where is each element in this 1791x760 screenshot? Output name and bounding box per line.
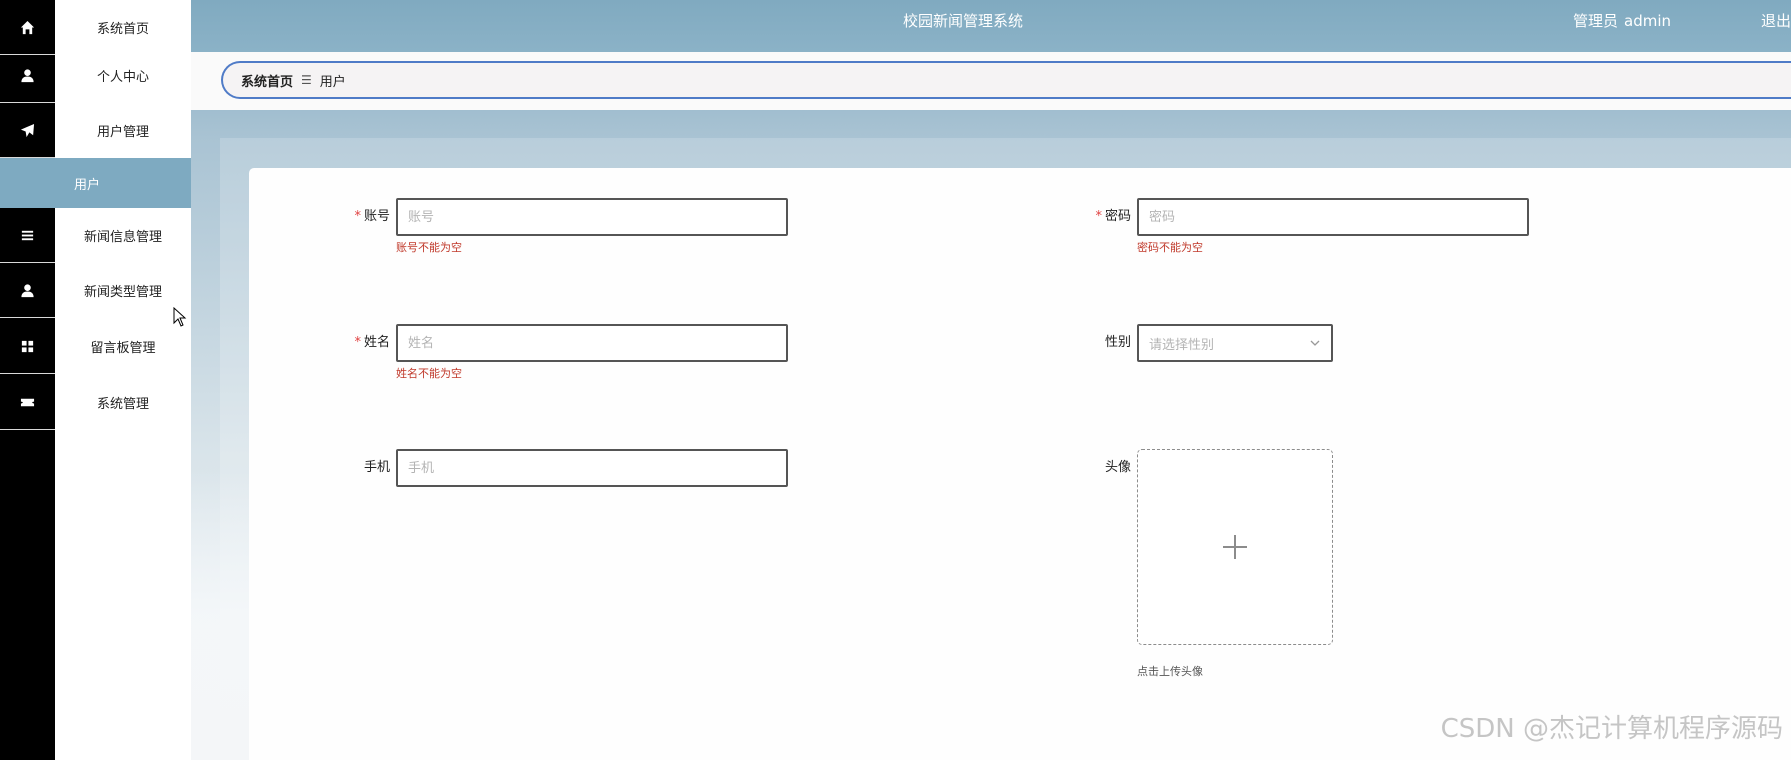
sidebar-item-label[interactable]: 系统首页 <box>55 0 191 55</box>
avatar-label: 头像 <box>1104 460 1131 475</box>
sidebar-item-personal-center[interactable]: 个人中心 <box>0 48 191 103</box>
name-input[interactable] <box>396 324 788 362</box>
required-marker: * <box>1095 209 1102 224</box>
sidebar-item-label[interactable]: 个人中心 <box>55 48 191 103</box>
avatar-upload-hint: 点击上传头像 <box>1137 665 1203 678</box>
gender-select[interactable]: 请选择性别 <box>1137 324 1333 362</box>
chevron-down-icon <box>1310 340 1320 346</box>
top-header: 校园新闻管理系统 管理员 admin 退出 <box>191 0 1791 52</box>
gender-label: 性别 <box>1104 335 1131 350</box>
paper-plane-icon <box>0 103 55 158</box>
grid-icon <box>0 319 55 374</box>
sidebar-item-label[interactable]: 新闻信息管理 <box>55 208 191 263</box>
username: admin <box>1624 12 1671 30</box>
name-label: * 姓名 <box>354 335 390 350</box>
app-title: 校园新闻管理系统 <box>902 12 1024 30</box>
sidebar-item-label[interactable]: 系统管理 <box>55 375 191 430</box>
account-input[interactable] <box>396 198 788 236</box>
form-panel: *账号 账号不能为空 *密码 密码不能为空 *姓名 姓名不能为空 性别 请选择性… <box>249 168 1791 760</box>
mouse-cursor-icon <box>173 307 187 327</box>
sidebar-subitem-user[interactable]: 用户 <box>0 158 191 208</box>
account-error: 账号不能为空 <box>396 241 462 254</box>
breadcrumb-current: 用户 <box>319 74 346 90</box>
name-error: 姓名不能为空 <box>396 367 462 380</box>
password-input[interactable] <box>1137 198 1529 236</box>
user-icon <box>0 263 55 318</box>
phone-label: 手机 <box>363 460 390 475</box>
sidebar-item-user-management[interactable]: 用户管理 <box>0 103 191 158</box>
list-icon <box>0 208 55 263</box>
breadcrumb-separator-icon: ☰ <box>301 73 312 87</box>
home-icon <box>0 0 55 55</box>
logout-button[interactable]: 退出 <box>1761 0 1791 42</box>
breadcrumb-home[interactable]: 系统首页 <box>241 71 293 90</box>
user-role: 管理员 <box>1572 12 1618 30</box>
current-user: 管理员 admin <box>1573 0 1671 42</box>
required-marker: * <box>354 335 361 350</box>
sidebar-item-news-type[interactable]: 新闻类型管理 <box>0 263 191 318</box>
ticket-icon <box>0 375 55 430</box>
background-snow <box>191 470 251 760</box>
sidebar-item-news-info[interactable]: 新闻信息管理 <box>0 208 191 263</box>
required-marker: * <box>354 209 361 224</box>
account-label: * 账号 <box>354 209 390 224</box>
sidebar-item-message-board[interactable]: 留言板管理 <box>0 319 191 374</box>
phone-input[interactable] <box>396 449 788 487</box>
plus-icon <box>1223 535 1247 559</box>
sidebar-item-label[interactable]: 新闻类型管理 <box>55 263 191 318</box>
sidebar: 系统首页 个人中心 用户管理 用户 新闻信息管理 新闻类型管理 留言板管理 系统… <box>0 0 191 760</box>
avatar-uploader[interactable] <box>1137 449 1333 645</box>
gender-select-placeholder: 请选择性别 <box>1149 337 1215 353</box>
sidebar-item-home[interactable]: 系统首页 <box>0 0 191 55</box>
sidebar-item-label[interactable]: 留言板管理 <box>55 319 191 374</box>
user-icon <box>0 48 55 103</box>
sidebar-item-label[interactable]: 用户管理 <box>55 103 191 158</box>
password-label: * 密码 <box>1095 209 1131 224</box>
breadcrumb: 系统首页 ☰ 用户 <box>221 61 1791 99</box>
password-error: 密码不能为空 <box>1137 241 1203 254</box>
watermark: CSDN @杰记计算机程序源码 <box>1440 714 1783 744</box>
sidebar-item-system-management[interactable]: 系统管理 <box>0 375 191 430</box>
